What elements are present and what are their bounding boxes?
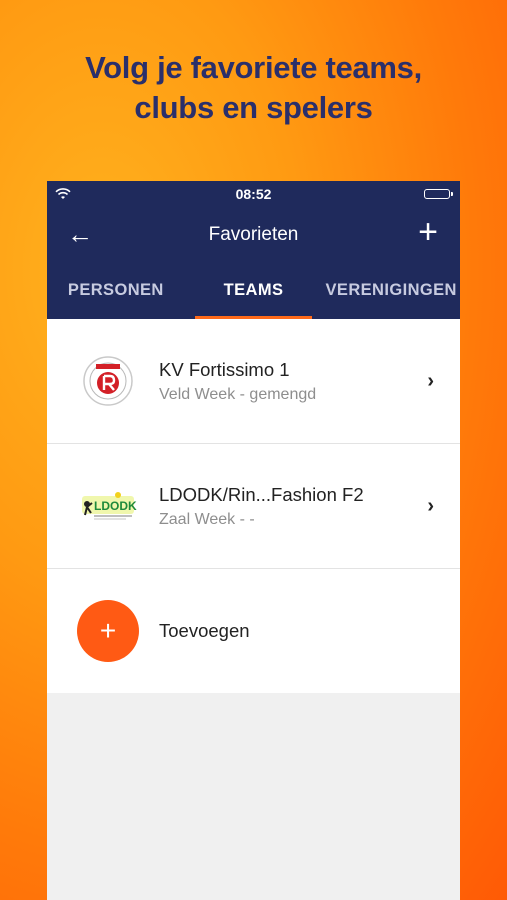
- phone-screen: 08:52 ← Favorieten + PERSONEN TEAMS VERE…: [47, 181, 460, 900]
- tab-bar: PERSONEN TEAMS VERENIGINGEN: [47, 263, 460, 319]
- page-title: Favorieten: [208, 224, 299, 245]
- add-label: Toevoegen: [159, 620, 250, 641]
- chevron-right-icon: ›: [427, 495, 434, 517]
- fortissimo-logo-icon: [77, 350, 139, 412]
- status-bar: 08:52: [47, 181, 460, 207]
- title-bar: ← Favorieten +: [47, 207, 460, 263]
- battery-icon: [424, 189, 453, 199]
- add-favorite-row[interactable]: + Toevoegen: [47, 569, 460, 693]
- ldodk-logo-icon: LDODK: [77, 475, 139, 537]
- add-plus-icon[interactable]: +: [418, 215, 438, 249]
- headline-line-2: clubs en spelers: [134, 90, 373, 125]
- list-item[interactable]: LDODK LDODK/Rin...Fashion F2 Zaal Week -…: [47, 444, 460, 569]
- chevron-right-icon: ›: [427, 370, 434, 392]
- list-item[interactable]: KV Fortissimo 1 Veld Week - gemengd ›: [47, 319, 460, 444]
- tab-teams[interactable]: TEAMS: [185, 263, 323, 319]
- team-subtitle: Zaal Week - -: [159, 510, 255, 528]
- add-circle-button[interactable]: +: [77, 600, 139, 662]
- empty-area: [47, 693, 460, 900]
- team-name: KV Fortissimo 1: [159, 358, 290, 380]
- team-subtitle: Veld Week - gemengd: [159, 385, 317, 403]
- navigation-bar: 08:52 ← Favorieten + PERSONEN TEAMS VERE…: [47, 181, 460, 319]
- tab-verenigingen[interactable]: VERENIGINGEN: [322, 263, 460, 319]
- headline: Volg je favoriete teams, clubs en speler…: [0, 48, 507, 128]
- status-time: 08:52: [235, 186, 272, 202]
- svg-text:LDODK: LDODK: [94, 499, 137, 513]
- favorites-list: KV Fortissimo 1 Veld Week - gemengd › LD…: [47, 319, 460, 693]
- tab-personen[interactable]: PERSONEN: [47, 263, 185, 319]
- team-name: LDODK/Rin...Fashion F2: [159, 483, 364, 505]
- headline-line-1: Volg je favoriete teams,: [85, 50, 422, 85]
- plus-icon: +: [99, 615, 117, 646]
